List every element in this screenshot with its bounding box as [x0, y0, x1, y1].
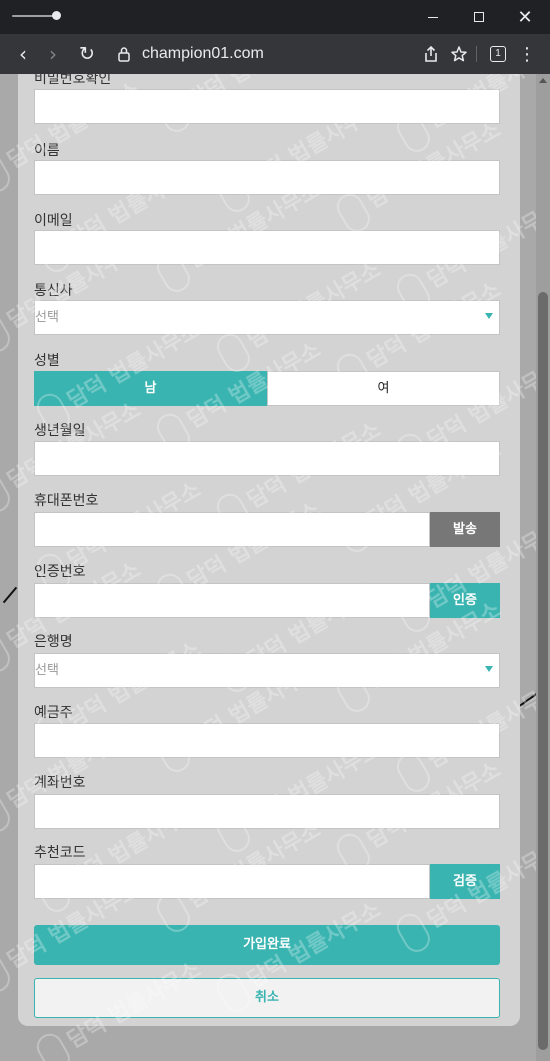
- close-icon: ✕: [517, 6, 533, 28]
- page-viewport: 비밀번호확인 이름 이메일 통신사 선택 성별 남 여 생년월일 휴대폰번호 발…: [0, 74, 550, 1061]
- password-confirm-label: 비밀번호확인: [34, 74, 112, 87]
- more-vertical-icon: ⋮: [518, 43, 536, 65]
- birth-date-input[interactable]: [34, 441, 500, 476]
- signup-submit-button[interactable]: 가입완료: [34, 925, 500, 965]
- forward-button[interactable]: ›: [38, 34, 68, 74]
- bank-label: 은행명: [34, 634, 73, 650]
- referral-code-input[interactable]: [34, 864, 430, 899]
- menu-button[interactable]: ⋮: [512, 34, 542, 74]
- referral-code-label: 추천코드: [34, 845, 86, 861]
- carrier-label: 통신사: [34, 283, 73, 299]
- minimize-button[interactable]: [410, 0, 456, 34]
- phone-label: 휴대폰번호: [34, 493, 99, 509]
- seal-icon: [0, 469, 15, 517]
- minimize-icon: [428, 16, 438, 18]
- gender-male-button[interactable]: 남: [34, 371, 267, 406]
- email-input[interactable]: [34, 230, 500, 265]
- seal-icon: [0, 789, 15, 837]
- gender-female-button[interactable]: 여: [267, 371, 500, 406]
- gender-label: 성별: [34, 353, 60, 369]
- back-button[interactable]: ‹: [8, 34, 38, 74]
- carrier-select-value: 선택: [35, 310, 59, 325]
- seal-icon: [32, 1029, 75, 1061]
- password-confirm-input[interactable]: [34, 89, 500, 124]
- address-bar[interactable]: champion01.com: [142, 34, 264, 74]
- caret-down-icon: [485, 313, 493, 319]
- close-window-button[interactable]: ✕: [502, 0, 548, 34]
- arrow-right-icon: ›: [49, 42, 57, 66]
- name-label: 이름: [34, 143, 60, 159]
- reload-button[interactable]: ↻: [72, 34, 102, 74]
- browser-toolbar: ‹ › ↻ champion01.com 1 ⋮: [0, 34, 550, 74]
- seal-icon: [0, 949, 15, 997]
- slider-knob[interactable]: [52, 11, 61, 20]
- arrow-left-icon: ‹: [19, 42, 27, 66]
- seal-icon: [0, 309, 15, 357]
- seal-icon: [0, 149, 15, 197]
- bank-select-value: 선택: [35, 663, 59, 678]
- bookmark-button[interactable]: [444, 34, 474, 74]
- share-button[interactable]: [416, 34, 446, 74]
- cancel-button[interactable]: 취소: [34, 978, 500, 1018]
- background-decor-line: [2, 586, 18, 604]
- caret-down-icon: [485, 666, 493, 672]
- name-input[interactable]: [34, 160, 500, 195]
- scrollbar-thumb[interactable]: [538, 292, 548, 1050]
- auth-code-label: 인증번호: [34, 564, 86, 580]
- auth-code-input[interactable]: [34, 583, 430, 618]
- site-info-button[interactable]: [112, 34, 136, 74]
- email-label: 이메일: [34, 213, 73, 229]
- scroll-up-arrow-icon[interactable]: [539, 78, 547, 83]
- account-number-label: 계좌번호: [34, 775, 86, 791]
- tab-count-button[interactable]: 1: [490, 46, 506, 62]
- depositor-input[interactable]: [34, 723, 500, 758]
- phone-input[interactable]: [34, 512, 430, 547]
- account-number-input[interactable]: [34, 794, 500, 829]
- reload-icon: ↻: [79, 43, 95, 65]
- maximize-button[interactable]: [456, 0, 502, 34]
- star-icon: [451, 46, 467, 62]
- maximize-icon: [474, 12, 484, 22]
- tab-search-slider[interactable]: [12, 11, 62, 20]
- send-code-button[interactable]: 발송: [430, 512, 500, 547]
- carrier-select[interactable]: 선택: [34, 300, 500, 335]
- browser-title-bar: ✕: [0, 0, 550, 34]
- bank-select[interactable]: 선택: [34, 653, 500, 688]
- verify-code-button[interactable]: 인증: [430, 583, 500, 618]
- lock-icon: [118, 47, 130, 62]
- depositor-label: 예금주: [34, 705, 73, 721]
- toolbar-divider: [476, 46, 477, 62]
- birth-date-label: 생년월일: [34, 423, 86, 439]
- check-referral-button[interactable]: 검증: [430, 864, 500, 899]
- share-icon: [425, 45, 437, 62]
- seal-icon: [0, 629, 15, 677]
